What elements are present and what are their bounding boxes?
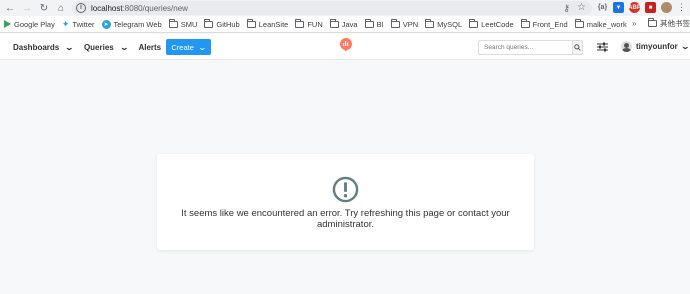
address-bar[interactable]: i localhost:8080/queries/new ⚷ ☆ (72, 1, 592, 15)
shield-extension-icon[interactable]: ▼ (613, 2, 624, 13)
telegram-icon: ➤ (101, 19, 111, 29)
folder-icon (246, 18, 256, 28)
error-message: It seems like we encountered an error. T… (181, 208, 510, 230)
bookmark-label: LeanSite (258, 19, 289, 29)
folder-icon (329, 18, 339, 28)
create-button[interactable]: Create ⌄ (166, 39, 211, 55)
bookmark-leansite[interactable]: LeanSite (246, 18, 289, 29)
bookmark-smu[interactable]: SMU (168, 18, 198, 29)
twitter-icon: ✦ (61, 18, 70, 29)
bookmark-java[interactable]: Java (329, 18, 358, 29)
profile-avatar[interactable] (661, 2, 672, 13)
browser-toolbar: ← → ↻ ⌂ i localhost:8080/queries/new ⚷ ☆… (0, 0, 690, 16)
other-bookmarks[interactable]: 其他书签 (648, 18, 690, 29)
folder-icon (168, 18, 178, 28)
browser-nav-buttons: ← → ↻ ⌂ (3, 1, 68, 15)
folder-icon (520, 18, 530, 28)
other-bookmarks-label: 其他书签 (660, 19, 690, 28)
folder-icon (295, 18, 305, 28)
search-input[interactable] (479, 41, 572, 54)
bookmarks-overflow-button[interactable]: » (632, 19, 636, 28)
search-button[interactable] (572, 41, 582, 54)
info-icon[interactable]: i (76, 3, 86, 13)
bookmark-label: VPN (402, 19, 419, 29)
nav-dashboards[interactable]: Dashboards ⌄ (13, 42, 75, 52)
bookmark-label: GitHub (216, 19, 240, 29)
star-icon[interactable]: ☆ (577, 2, 586, 13)
folder-icon (469, 18, 479, 28)
bookmark-label: Telegram Web (113, 19, 162, 29)
bookmark-label: Java (341, 19, 358, 29)
folder-icon (204, 18, 214, 28)
nav-queries-label: Queries (83, 42, 114, 52)
bookmark-telegram[interactable]: ➤ Telegram Web (101, 19, 162, 29)
create-button-label: Create (171, 42, 194, 52)
back-arrow-icon[interactable]: ← (3, 1, 17, 15)
bookmark-label: LeetCode (481, 19, 514, 29)
search-box (478, 40, 583, 55)
nav-dashboards-label: Dashboards (13, 42, 60, 52)
bookmark-label: Front_End (532, 19, 568, 29)
nav-alerts[interactable]: Alerts (138, 43, 161, 52)
search-icon (574, 44, 581, 51)
user-menu[interactable]: timyounfor ⌄ (621, 41, 690, 52)
url-text: localhost:8080/queries/new (91, 4, 188, 13)
bookmark-label: malke_work (586, 19, 627, 29)
chevron-down-icon: ⌄ (680, 42, 690, 51)
bookmark-front-end[interactable]: Front_End (520, 18, 568, 29)
bookmark-label: SMU (180, 19, 198, 29)
extensions: {a} ▼ ABP ■ ⋮ (597, 2, 686, 13)
username: timyounfor (636, 42, 678, 51)
folder-icon (425, 18, 435, 28)
bookmark-vpn[interactable]: VPN (390, 18, 419, 29)
bookmark-mysql[interactable]: MySQL (425, 18, 463, 29)
forward-arrow-icon[interactable]: → (20, 1, 34, 15)
bookmark-label: Twitter (72, 19, 95, 29)
bookmark-twitter[interactable]: ✦ Twitter (62, 19, 95, 30)
folder-icon (364, 18, 374, 28)
reload-icon[interactable]: ↻ (37, 1, 51, 15)
chevron-down-icon: ⌄ (119, 42, 129, 52)
error-card: It seems like we encountered an error. T… (157, 154, 534, 250)
browser-menu-icon[interactable]: ⋮ (677, 2, 686, 13)
key-icon[interactable]: ⚷ (563, 3, 570, 14)
home-icon[interactable]: ⌂ (54, 1, 68, 15)
json-extension-icon[interactable]: {a} (597, 2, 608, 13)
bookmark-google-play[interactable]: Google Play (4, 20, 55, 29)
bookmark-github[interactable]: GitHub (204, 18, 240, 29)
main-nav: Dashboards ⌄ Queries ⌄ Alerts (13, 34, 161, 60)
redash-logo-icon[interactable] (339, 38, 353, 52)
app-header: Dashboards⌄ Queries⌄ Alerts Create⌄ timy… (0, 34, 690, 60)
bookmark-label: BI (376, 19, 384, 29)
nav-alerts-label: Alerts (138, 42, 162, 52)
url-path: :8080/queries/new (122, 3, 188, 13)
bookmark-label: FUN (307, 19, 323, 29)
bookmark-label: MySQL (437, 19, 463, 29)
chevron-down-icon: ⌄ (197, 42, 207, 52)
avatar (621, 41, 632, 52)
chevron-down-icon: ⌄ (64, 42, 75, 52)
folder-icon (648, 18, 657, 27)
folder-icon (390, 18, 400, 28)
folder-icon (574, 18, 584, 28)
bookmarks-bar: Google Play ✦ Twitter ➤ Telegram Web SMU G… (0, 16, 690, 33)
adblock-icon[interactable]: ABP (628, 2, 641, 13)
nav-queries[interactable]: Queries ⌄ (83, 42, 129, 52)
red-extension-icon[interactable]: ■ (645, 2, 656, 13)
bookmark-malke-work[interactable]: malke_work (574, 18, 627, 29)
bookmark-leetcode[interactable]: LeetCode (469, 18, 514, 29)
url-host: localhost (91, 3, 123, 13)
bookmark-label: Google Play (14, 19, 55, 29)
google-play-icon (4, 20, 11, 28)
settings-sliders-icon[interactable] (597, 42, 608, 52)
bookmark-fun[interactable]: FUN (295, 18, 323, 29)
exclamation-circle-icon (332, 176, 359, 203)
bookmark-bi[interactable]: BI (364, 18, 384, 29)
